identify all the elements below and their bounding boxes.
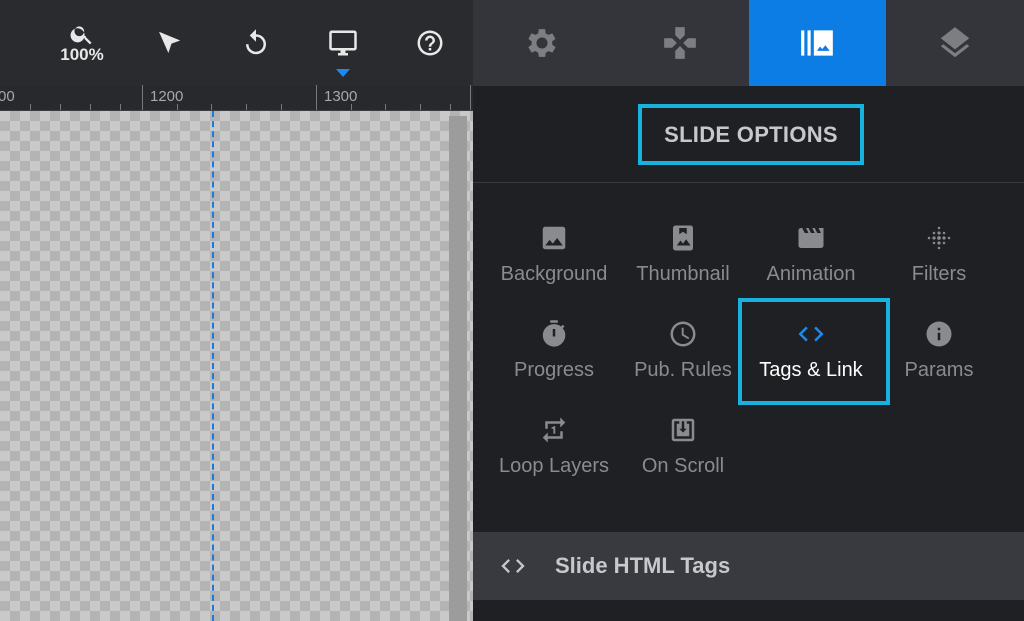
option-background[interactable]: Background	[490, 219, 618, 307]
code-brackets-icon	[501, 559, 525, 573]
code-brackets-icon	[798, 326, 824, 342]
layers-icon	[940, 27, 970, 58]
tab-navigation[interactable]	[611, 0, 749, 86]
navigation-icon	[663, 27, 696, 59]
undo-button[interactable]	[226, 0, 286, 86]
option-params[interactable]: Params	[875, 315, 1003, 403]
option-label: Filters	[911, 263, 967, 285]
ruler-minor-tick	[420, 104, 421, 110]
ruler-minor-tick	[351, 104, 352, 110]
ruler-major-tick	[316, 85, 317, 110]
option-label: Params	[904, 359, 974, 381]
option-thumbnail[interactable]: Thumbnail	[619, 219, 747, 307]
ruler-minor-tick	[450, 104, 451, 110]
image-icon	[542, 226, 566, 250]
slide-html-tags-section[interactable]: Slide HTML Tags	[473, 532, 1024, 600]
panel-title-highlight: SLIDE OPTIONS	[638, 104, 864, 165]
ruler-minor-tick	[385, 104, 386, 110]
option-loop-layers[interactable]: Loop Layers	[490, 411, 618, 499]
filters-dots-icon	[927, 226, 951, 250]
option-progress[interactable]: Progress	[490, 315, 618, 403]
panel-bottom-area	[473, 600, 1024, 621]
slide-image-icon	[801, 30, 834, 56]
ruler-major-tick	[470, 85, 471, 110]
panel-header: SLIDE OPTIONS	[473, 86, 1024, 183]
ruler-minor-tick	[211, 104, 212, 110]
option-label: Pub. Rules	[634, 359, 732, 381]
option-tags-link[interactable]: Tags & Link	[747, 315, 875, 403]
zoom-level: 100%	[60, 45, 104, 64]
panel-tab-bar	[473, 0, 1024, 86]
ruler-minor-tick	[177, 104, 178, 110]
option-pub-rules[interactable]: Pub. Rules	[619, 315, 747, 403]
repeat-one-icon	[542, 417, 566, 443]
ruler-minor-tick	[30, 104, 31, 110]
ruler-minor-tick	[120, 104, 121, 110]
help-icon	[417, 30, 443, 56]
desktop-monitor-icon	[329, 30, 357, 56]
option-filters[interactable]: Filters	[875, 219, 1003, 307]
option-label: Thumbnail	[636, 263, 730, 285]
help-button[interactable]	[400, 0, 460, 86]
zoom-icon	[70, 26, 92, 45]
option-on-scroll[interactable]: On Scroll	[619, 411, 747, 499]
ruler-minor-tick	[246, 104, 247, 110]
slide-options-panel: SLIDE OPTIONS Background Thumbnail Anima…	[473, 86, 1024, 621]
option-label: Tags & Link	[759, 359, 863, 381]
option-label: Progress	[513, 359, 595, 381]
clock-icon	[670, 321, 696, 347]
select-tool-button[interactable]	[139, 0, 199, 86]
ruler-minor-tick	[281, 104, 282, 110]
info-icon	[926, 321, 952, 347]
section-title: Slide HTML Tags	[555, 553, 731, 578]
option-animation[interactable]: Animation	[747, 219, 875, 307]
desktop-view-button[interactable]	[313, 0, 373, 86]
option-label: Background	[500, 263, 608, 285]
active-device-caret	[336, 69, 350, 77]
ruler-label: 00	[0, 88, 15, 105]
ruler-minor-tick	[90, 104, 91, 110]
zoom-button[interactable]: 100%	[52, 0, 112, 86]
ruler-minor-tick	[60, 104, 61, 110]
panel-title: SLIDE OPTIONS	[664, 121, 838, 147]
gear-icon	[528, 29, 556, 57]
clapper-icon	[798, 228, 824, 248]
thumbnail-icon	[673, 225, 693, 251]
horizontal-ruler: 00 1200 1300	[0, 85, 473, 111]
editor-toolbar: 100%	[0, 0, 473, 86]
tab-layers[interactable]	[886, 0, 1024, 86]
option-label: Animation	[766, 263, 856, 285]
ruler-label: 1300	[324, 88, 358, 105]
tab-slide[interactable]	[748, 0, 887, 86]
slide-canvas[interactable]	[0, 111, 473, 621]
stopwatch-icon	[542, 320, 566, 347]
vertical-guide-line[interactable]	[212, 111, 214, 621]
option-label: Loop Layers	[498, 455, 610, 477]
ruler-major-tick	[142, 85, 143, 110]
tab-settings[interactable]	[473, 0, 611, 86]
option-label: On Scroll	[641, 455, 725, 477]
select-arrow-icon	[159, 31, 181, 53]
undo-icon	[246, 29, 266, 55]
scroll-download-icon	[671, 418, 695, 442]
canvas-edge-bar[interactable]	[449, 116, 467, 621]
ruler-label: 1200	[150, 88, 184, 105]
